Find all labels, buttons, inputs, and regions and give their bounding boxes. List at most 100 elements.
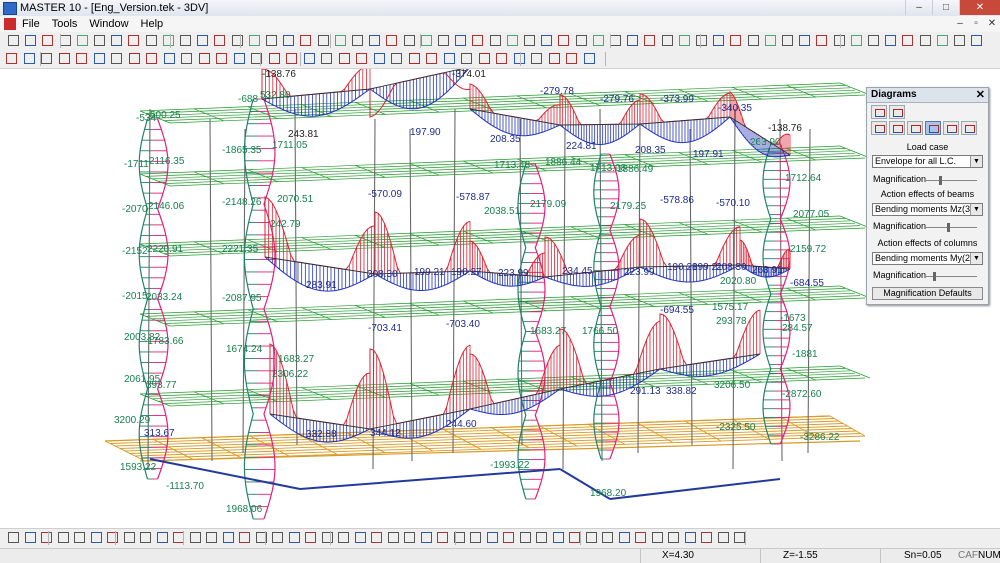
tb3-tool-button-31[interactable] <box>501 530 516 545</box>
slider-thumb[interactable] <box>947 223 950 232</box>
tb3-tool-button-18[interactable] <box>287 530 302 545</box>
tb3-tool-button-2[interactable] <box>23 530 38 545</box>
document-icon[interactable] <box>4 18 16 30</box>
tb2-tool-button-9[interactable] <box>144 51 159 66</box>
tb1-tool-button-40[interactable] <box>677 33 692 48</box>
tb1-tool-button-20[interactable] <box>333 33 348 48</box>
tb1-tool-button-16[interactable] <box>264 33 279 48</box>
tb1-tool-button-34[interactable] <box>574 33 589 48</box>
tb3-tool-button-36[interactable] <box>584 530 599 545</box>
magnification-defaults-button[interactable]: Magnification Defaults <box>872 287 983 300</box>
tb2-tool-button-23[interactable] <box>389 51 404 66</box>
tb3-tool-button-34[interactable] <box>551 530 566 545</box>
tb3-tool-button-1[interactable] <box>6 530 21 545</box>
tb1-tool-button-29[interactable] <box>488 33 503 48</box>
tb3-tool-button-16[interactable] <box>254 530 269 545</box>
tb1-tool-button-54[interactable] <box>918 33 933 48</box>
moment-diagram-view[interactable]: -138.76 -374.01 -279.78 -279.76 -373.99 -340.… <box>0 69 1000 528</box>
tb1-tool-button-11[interactable] <box>178 33 193 48</box>
tb1-tool-button-28[interactable] <box>470 33 485 48</box>
tb2-tool-button-3[interactable] <box>39 51 54 66</box>
diagram-shear-tab[interactable] <box>961 121 977 135</box>
tb1-tool-button-31[interactable] <box>522 33 537 48</box>
columns-effect-select[interactable]: Bending moments My(2) ▼ <box>872 252 983 265</box>
tb2-tool-button-26[interactable] <box>442 51 457 66</box>
tb1-tool-button-53[interactable] <box>900 33 915 48</box>
tb3-tool-button-17[interactable] <box>270 530 285 545</box>
doc-close-button[interactable]: ✕ <box>984 16 1000 31</box>
tb1-tool-button-46[interactable] <box>780 33 795 48</box>
beam-magnification-slider[interactable] <box>925 223 977 232</box>
chevron-down-icon[interactable]: ▼ <box>970 253 982 264</box>
tb1-tool-button-15[interactable] <box>247 33 262 48</box>
tb1-tool-button-17[interactable] <box>281 33 296 48</box>
tb3-tool-button-14[interactable] <box>221 530 236 545</box>
tb2-tool-button-11[interactable] <box>179 51 194 66</box>
diagram-axial-tab[interactable] <box>943 121 959 135</box>
tb3-tool-button-15[interactable] <box>237 530 252 545</box>
diagram-support-tab[interactable] <box>871 121 887 135</box>
tb1-tool-button-22[interactable] <box>367 33 382 48</box>
tb1-tool-button-50[interactable] <box>849 33 864 48</box>
tb3-tool-button-40[interactable] <box>650 530 665 545</box>
tb1-tool-button-30[interactable] <box>505 33 520 48</box>
tb2-tool-button-32[interactable] <box>547 51 562 66</box>
tb3-tool-button-3[interactable] <box>39 530 54 545</box>
tb2-tool-button-25[interactable] <box>424 51 439 66</box>
tb1-tool-button-21[interactable] <box>350 33 365 48</box>
tb3-tool-button-32[interactable] <box>518 530 533 545</box>
diagram-moment-tab[interactable] <box>925 121 941 135</box>
tb3-tool-button-6[interactable] <box>89 530 104 545</box>
tb2-tool-button-7[interactable] <box>109 51 124 66</box>
tb3-tool-button-25[interactable] <box>402 530 417 545</box>
tb2-tool-button-1[interactable] <box>4 51 19 66</box>
tb3-tool-button-29[interactable] <box>468 530 483 545</box>
tb3-tool-button-22[interactable] <box>353 530 368 545</box>
tb1-tool-button-1[interactable] <box>6 33 21 48</box>
tb3-tool-button-10[interactable] <box>155 530 170 545</box>
close-button[interactable]: ✕ <box>959 0 1000 15</box>
tb2-tool-button-34[interactable] <box>582 51 597 66</box>
tb2-tool-button-18[interactable] <box>302 51 317 66</box>
tb2-tool-button-13[interactable] <box>214 51 229 66</box>
tb2-tool-button-5[interactable] <box>74 51 89 66</box>
tb2-tool-button-27[interactable] <box>459 51 474 66</box>
tb1-tool-button-51[interactable] <box>866 33 881 48</box>
tb3-tool-button-37[interactable] <box>600 530 615 545</box>
tb1-tool-button-52[interactable] <box>883 33 898 48</box>
tb1-tool-button-33[interactable] <box>556 33 571 48</box>
tb1-tool-button-3[interactable] <box>40 33 55 48</box>
tb1-tool-button-7[interactable] <box>109 33 124 48</box>
tb2-tool-button-33[interactable] <box>564 51 579 66</box>
tb1-tool-button-43[interactable] <box>728 33 743 48</box>
menu-tools[interactable]: Tools <box>52 17 78 31</box>
tb3-tool-button-28[interactable] <box>452 530 467 545</box>
tb1-tool-button-38[interactable] <box>642 33 657 48</box>
tb1-tool-button-39[interactable] <box>660 33 675 48</box>
doc-minimize-button[interactable]: – <box>952 16 968 31</box>
tb3-tool-button-38[interactable] <box>617 530 632 545</box>
tb3-tool-button-5[interactable] <box>72 530 87 545</box>
tb1-tool-button-2[interactable] <box>23 33 38 48</box>
diagram-frame-tab[interactable] <box>907 121 923 135</box>
tb3-tool-button-43[interactable] <box>699 530 714 545</box>
tb2-tool-button-28[interactable] <box>477 51 492 66</box>
tb1-tool-button-13[interactable] <box>212 33 227 48</box>
tb1-tool-button-6[interactable] <box>92 33 107 48</box>
tb2-tool-button-21[interactable] <box>354 51 369 66</box>
tb3-tool-button-23[interactable] <box>369 530 384 545</box>
tb2-tool-button-4[interactable] <box>57 51 72 66</box>
chevron-down-icon[interactable]: ▼ <box>970 156 982 167</box>
tb3-tool-button-8[interactable] <box>122 530 137 545</box>
tb1-tool-button-19[interactable] <box>316 33 331 48</box>
menu-window[interactable]: Window <box>89 17 128 31</box>
tb1-tool-button-23[interactable] <box>384 33 399 48</box>
tb3-tool-button-42[interactable] <box>683 530 698 545</box>
tb1-tool-button-45[interactable] <box>763 33 778 48</box>
column-magnification-slider[interactable] <box>925 272 977 281</box>
chevron-down-icon[interactable]: ▼ <box>970 204 982 215</box>
panel-close-icon[interactable]: ✕ <box>976 88 985 102</box>
tb3-tool-button-13[interactable] <box>204 530 219 545</box>
tb3-tool-button-19[interactable] <box>303 530 318 545</box>
beams-effect-select[interactable]: Bending moments Mz(3) ▼ <box>872 203 983 216</box>
